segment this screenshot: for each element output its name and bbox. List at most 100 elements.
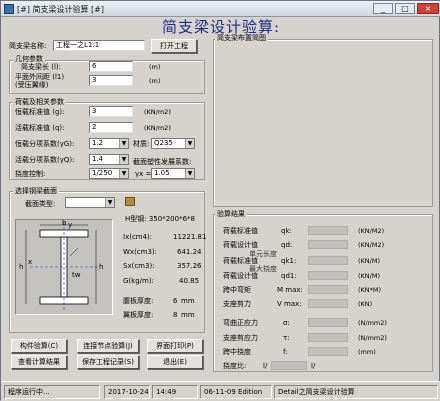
- print-button[interactable]: 界面打印(P): [147, 339, 203, 353]
- gamma-q-select[interactable]: 1.4 ▼: [89, 154, 129, 165]
- result-value-7: [308, 333, 348, 342]
- result-value-5: [308, 299, 348, 308]
- app-window: [#] 简支梁设计验算 [#] _ □ × 简支梁设计验算: 简支梁名称: 工程…: [0, 0, 440, 401]
- result-unit-2: (KN/M): [358, 257, 380, 265]
- prop-g-label: G(kg/m):: [123, 277, 154, 285]
- maximize-button[interactable]: □: [395, 3, 415, 14]
- material-select[interactable]: Q235 ▼: [151, 138, 195, 149]
- gamma-q-label: 活载分项系数(γQ):: [15, 156, 75, 164]
- dead-load-unit: (KN/m2): [144, 108, 171, 116]
- member-check-button[interactable]: 构件验算(C): [11, 339, 67, 353]
- flange-thickness-unit: mm: [181, 311, 195, 319]
- h-section-drawing: [25, 222, 100, 312]
- section-model-label: H型钢: 350*200*6*8: [125, 215, 195, 223]
- span-ratio-label: 挠度比:: [223, 362, 247, 370]
- status-edition: 06-11-09 Edition: [200, 385, 272, 399]
- result-symbol-0: qk:: [281, 227, 292, 235]
- loads-group-title: 荷载及相关参数: [13, 98, 66, 106]
- section-type-select[interactable]: ▼: [65, 197, 115, 208]
- status-module: Detail之简支梁设计验算: [274, 385, 438, 399]
- dead-load-input[interactable]: 3: [89, 106, 133, 117]
- beam-name-label: 简支梁名称:: [9, 42, 47, 50]
- result-value-1: [308, 240, 348, 249]
- flange-thickness-label: 翼板厚度:: [123, 311, 154, 319]
- minimize-button[interactable]: _: [373, 3, 393, 14]
- result-value-2: [308, 256, 348, 265]
- node-check-button[interactable]: 连接节点验算(J): [77, 339, 139, 353]
- length-unit: (m): [149, 63, 161, 71]
- status-running: 程序运行中...: [4, 385, 100, 399]
- axis-y-label: y: [68, 221, 73, 229]
- gamma-g-label: 恒载分项系数(γG):: [15, 140, 75, 148]
- status-bar: 程序运行中... 2017-10-24 14:49 06-11-09 Editi…: [1, 381, 440, 401]
- live-load-label: 活载标准值 (q):: [15, 124, 65, 132]
- gamma-x-value: 1.05: [154, 169, 170, 177]
- gamma-g-select[interactable]: 1.2 ▼: [89, 138, 129, 149]
- deflection-label: 挠度控制:: [15, 170, 46, 178]
- close-button[interactable]: ×: [417, 3, 439, 14]
- brace-sublabel: (受压翼缘): [15, 81, 49, 89]
- prop-ix-label: Ix(cm4):: [123, 233, 153, 241]
- result-unit-8: (mm): [358, 348, 376, 356]
- chevron-down-icon[interactable]: ▼: [119, 139, 128, 148]
- result-unit-0: (KN/M2): [358, 227, 385, 235]
- layout-panel-title: 简支梁布置简图: [215, 34, 268, 42]
- span-ratio-value: [271, 361, 307, 370]
- result-symbol-3: qd1:: [281, 272, 297, 280]
- brace-input[interactable]: 3: [89, 75, 133, 86]
- layout-panel: [213, 39, 433, 207]
- beam-name-input[interactable]: 工程一之L1:1: [53, 40, 145, 51]
- length-label: 简支梁长 (l):: [21, 63, 61, 71]
- status-time: 14:49: [152, 385, 198, 399]
- axis-x-label: x: [28, 258, 33, 266]
- result-unit-6: (N/mm2): [358, 319, 387, 327]
- result-label-6: 弯曲正应力: [223, 319, 258, 327]
- dim-h-label: h: [99, 263, 104, 271]
- result-symbol-2: qk1:: [281, 257, 297, 265]
- result-unit-1: (KN/M2): [358, 241, 385, 249]
- prop-wx-value: 641.24: [177, 248, 202, 256]
- chevron-down-icon[interactable]: ▼: [185, 139, 194, 148]
- model-cube-icon: [125, 197, 135, 206]
- result-label-3: 荷载设计值: [223, 272, 258, 280]
- web-thickness-value: 6: [173, 297, 178, 305]
- result-label-7: 支座剪应力: [223, 334, 258, 342]
- view-result-button[interactable]: 查看计算结果: [11, 355, 67, 369]
- exit-button[interactable]: 退出(E): [147, 355, 203, 369]
- result-label-5: 支座剪力: [223, 300, 251, 308]
- span-ratio-mid: l/: [311, 362, 316, 370]
- result-unit-4: (KN*M): [358, 286, 382, 294]
- prop-sx-value: 357.26: [177, 262, 202, 270]
- result-symbol-7: τ:: [283, 334, 290, 342]
- prop-wx-label: Wx(cm3):: [123, 248, 158, 256]
- result-value-4: [308, 285, 348, 294]
- open-project-button[interactable]: 打开工程: [151, 39, 197, 53]
- material-label: 材质:: [133, 140, 150, 148]
- dim-tw-label: tw: [72, 271, 81, 279]
- prop-g-value: 40.85: [179, 277, 200, 285]
- result-label-2: 荷载标准值: [223, 257, 258, 265]
- result-symbol-1: qd:: [281, 241, 293, 249]
- prop-ix-value: 11221.81: [173, 233, 207, 241]
- chevron-down-icon[interactable]: ▼: [185, 169, 194, 178]
- material-value: Q235: [154, 139, 173, 147]
- result-label-1: 荷载设计值: [223, 241, 258, 249]
- gamma-x-select[interactable]: 1.05 ▼: [151, 168, 195, 179]
- section-group-title: 选择钢梁截面: [13, 187, 59, 195]
- live-load-unit: (KN/m2): [144, 124, 171, 132]
- result-value-0: [308, 226, 348, 235]
- deflection-value: 1/250: [92, 169, 113, 177]
- web-thickness-label: 腹板厚度:: [123, 297, 154, 305]
- result-unit-7: (N/mm2): [358, 334, 387, 342]
- length-input[interactable]: 6: [89, 61, 133, 72]
- live-load-input[interactable]: 2: [89, 122, 133, 133]
- save-record-button[interactable]: 保存工程记录(S): [77, 355, 139, 369]
- result-symbol-8: f:: [283, 348, 288, 356]
- chevron-down-icon[interactable]: ▼: [119, 169, 128, 178]
- result-label-0: 荷载标准值: [223, 227, 258, 235]
- chevron-down-icon[interactable]: ▼: [105, 198, 114, 207]
- chevron-down-icon[interactable]: ▼: [119, 155, 128, 164]
- title-bar: [#] 简支梁设计验算 [#] _ □ ×: [1, 1, 440, 17]
- deflection-select[interactable]: 1/250 ▼: [89, 168, 129, 179]
- result-label-8: 跨中挠度: [223, 348, 251, 356]
